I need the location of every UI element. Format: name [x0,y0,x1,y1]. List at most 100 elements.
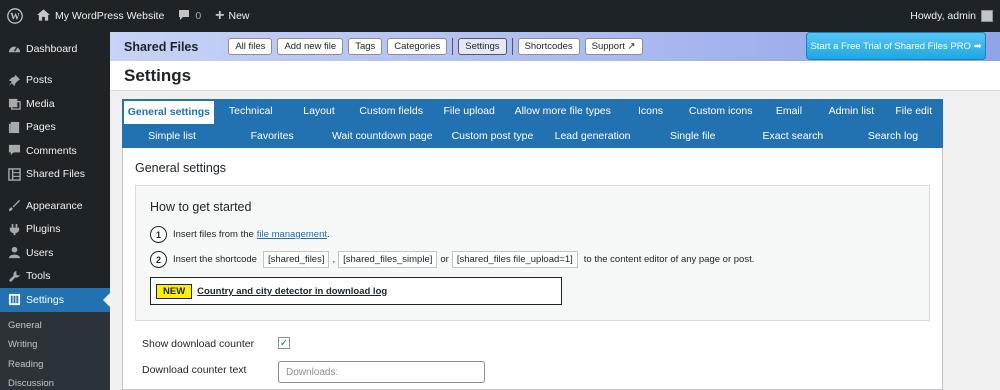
sidebar-item-label: Appearance [26,199,83,212]
step-1: 1 Insert files from the file management … [150,226,330,243]
show-download-counter-label: Show download counter [142,338,255,350]
download-counter-text-label: Download counter text [142,364,247,376]
tab-technical[interactable]: Technical [214,99,288,124]
step-end: to the content editor of any page or pos… [583,254,755,265]
user-icon [7,246,21,260]
tab-simple-list[interactable]: Simple list [122,124,222,149]
new-feature-link[interactable]: Country and city detector in download lo… [197,286,387,297]
new-feature-box: NEW Country and city detector in downloa… [150,277,562,305]
site-name-link[interactable]: My WordPress Website [30,0,171,32]
sidebar-item-shared-files[interactable]: Shared Files [0,163,110,187]
tab-lead-generation[interactable]: Lead generation [543,124,643,149]
step-2: 2 Insert the shortcode [shared_files] , … [150,251,754,268]
sidebar-item-media[interactable]: Media [0,92,110,116]
home-icon [37,8,50,24]
pin-icon [7,73,21,87]
nav-divider [452,38,454,55]
submenu-item-reading[interactable]: Reading [0,355,110,375]
sidebar-item-pages[interactable]: Pages [0,116,110,140]
nav-add-new-file-button[interactable]: Add new file [277,38,344,55]
sidebar-item-plugins[interactable]: Plugins [0,218,110,242]
checkmark-icon: ✓ [279,337,289,349]
comment-icon [7,144,21,158]
comments-link[interactable]: 0 [171,0,208,32]
tab-custom-fields[interactable]: Custom fields [350,99,432,124]
section-title: General settings [135,161,227,175]
submenu-item-discussion[interactable]: Discussion [0,374,110,390]
download-counter-text-input[interactable] [278,361,485,383]
files-icon [7,167,21,181]
sidebar-item-label: Posts [26,74,53,87]
sidebar-item-label: Comments [26,144,77,157]
tab-custom-icons[interactable]: Custom icons [682,99,760,124]
tab-allow-more-file-types[interactable]: Allow more file types [506,99,619,124]
shortcode-shared-files: [shared_files] [262,251,330,268]
svg-text:W: W [10,12,20,23]
sidebar-item-tools[interactable]: Tools [0,265,110,289]
submenu-item-general[interactable]: General [0,316,110,336]
submenu-item-writing[interactable]: Writing [0,335,110,355]
settings-panel: General settings How to get started 1 In… [122,148,943,390]
comment-bubble-icon [178,9,190,24]
dashboard-icon [7,42,21,56]
tab-general-settings[interactable]: General settings [124,101,214,124]
tab-file-upload[interactable]: File upload [432,99,506,124]
tab-search-log[interactable]: Search log [843,124,943,149]
tab-email[interactable]: Email [760,99,819,124]
nav-categories-button[interactable]: Categories [387,38,448,55]
how-to-title: How to get started [150,200,252,214]
sidebar-item-label: Dashboard [26,42,78,55]
shortcode-file-upload: [shared_files file_upload=1] [451,251,578,268]
sidebar-item-users[interactable]: Users [0,241,110,265]
new-label: New [228,10,250,22]
plugin-header: Shared Files All files Add new file Tags… [110,32,1000,61]
tab-admin-list[interactable]: Admin list [818,99,884,124]
wrench-icon [7,269,21,283]
settings-submenu: General Writing Reading Discussion [0,311,110,390]
file-management-link[interactable]: file management [257,229,327,240]
tab-wait-countdown-page[interactable]: Wait countdown page [322,124,442,149]
nav-tags-button[interactable]: Tags [348,38,383,55]
nav-settings-button[interactable]: Settings [458,38,507,55]
new-content-link[interactable]: + New [208,0,256,32]
nav-all-files-button[interactable]: All files [228,38,273,55]
tab-single-file[interactable]: Single file [643,124,743,149]
sidebar-item-appearance[interactable]: Appearance [0,194,110,218]
tab-file-edit[interactable]: File edit [885,99,944,124]
step-number: 1 [150,226,167,243]
media-icon [7,97,21,111]
pages-icon [7,120,21,134]
sidebar-item-settings[interactable]: Settings [0,288,110,312]
brush-icon [7,199,21,213]
comments-count: 0 [195,10,202,22]
tab-favorites[interactable]: Favorites [222,124,322,149]
step-text: Insert files from the [173,229,254,240]
pro-trial-button[interactable]: Start a Free Trial of Shared Files PRO ➡ [806,32,986,60]
tab-custom-post-type[interactable]: Custom post type [442,124,542,149]
wordpress-logo-icon[interactable]: W [0,0,30,32]
tab-icons[interactable]: Icons [619,99,681,124]
how-to-get-started-box: How to get started 1 Insert files from t… [135,185,930,321]
sidebar-item-posts[interactable]: Posts [0,69,110,93]
sidebar-item-label: Users [26,246,54,259]
settings-icon [7,293,21,307]
tab-exact-search[interactable]: Exact search [743,124,843,149]
my-account-link[interactable]: Howdy, admin [903,0,1000,32]
nav-divider [511,38,513,55]
nav-shortcodes-button[interactable]: Shortcodes [517,38,580,55]
tab-layout[interactable]: Layout [288,99,350,124]
sidebar-item-dashboard[interactable]: Dashboard [0,37,110,61]
show-download-counter-checkbox[interactable]: ✓ [278,337,290,349]
or-text: or [440,254,449,265]
sidebar-item-comments[interactable]: Comments [0,139,110,163]
nav-support-button[interactable]: Support ↗ [584,38,643,55]
sidebar-item-label: Media [26,97,55,110]
new-badge: NEW [156,283,193,299]
plugin-icon [7,222,21,236]
comma-text: , [332,254,336,265]
sidebar-item-label: Shared Files [26,168,85,181]
sidebar-item-label: Plugins [26,223,61,236]
step-end: . [327,229,330,240]
shortcode-shared-files-simple: [shared_files_simple] [338,251,438,268]
plugin-brand: Shared Files [124,39,199,54]
